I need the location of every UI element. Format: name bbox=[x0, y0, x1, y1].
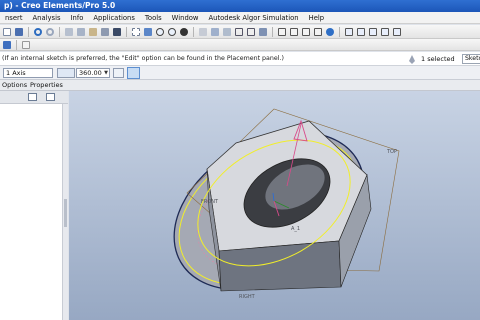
regenerate-icon[interactable] bbox=[112, 27, 122, 37]
datum-point-icon[interactable] bbox=[301, 27, 311, 37]
menu-applications[interactable]: Applications bbox=[88, 14, 140, 22]
saved-views-icon[interactable] bbox=[198, 27, 208, 37]
repaint-icon[interactable] bbox=[222, 27, 232, 37]
csys-icon[interactable] bbox=[313, 27, 323, 37]
datum-axis-icon[interactable] bbox=[289, 27, 299, 37]
menu-analysis[interactable]: Analysis bbox=[28, 14, 66, 22]
menu-info[interactable]: Info bbox=[66, 14, 89, 22]
selection-filter-icon bbox=[409, 55, 415, 64]
shading-icon[interactable] bbox=[258, 27, 268, 37]
dashboard-tabs: Options Properties bbox=[0, 80, 480, 91]
angle-option-icon[interactable] bbox=[57, 68, 75, 78]
undo-icon[interactable] bbox=[33, 27, 43, 37]
help-icon[interactable] bbox=[21, 40, 31, 50]
graphics-window[interactable]: TOP FRONT A_1 RIGHT bbox=[69, 91, 480, 320]
scrollbar-thumb[interactable] bbox=[64, 199, 67, 227]
navigator-scrollbar[interactable] bbox=[62, 104, 68, 320]
zoom-in-icon[interactable] bbox=[155, 27, 165, 37]
redo-icon[interactable] bbox=[45, 27, 55, 37]
label-left-plane: FRONT bbox=[201, 199, 219, 205]
analysis-icon[interactable] bbox=[325, 27, 335, 37]
label-bottom: RIGHT bbox=[239, 294, 256, 300]
spin-icon[interactable] bbox=[179, 27, 189, 37]
menu-algor-simulation[interactable]: Autodesk Algor Simulation bbox=[203, 14, 303, 22]
window-title: p) - Creo Elements/Pro 5.0 bbox=[0, 0, 480, 12]
selection-count: 1 selected bbox=[421, 55, 455, 63]
annotation-display-icon[interactable] bbox=[392, 27, 402, 37]
navigator-toolbar bbox=[0, 91, 68, 104]
save-icon[interactable] bbox=[14, 27, 24, 37]
cut-icon[interactable] bbox=[64, 27, 74, 37]
navigator-panel bbox=[0, 91, 68, 320]
message-area: (If an internal sketch is preferred, the… bbox=[0, 52, 480, 66]
selection-filter-dropdown[interactable]: Sketch bbox=[462, 54, 480, 64]
csys-display-icon[interactable] bbox=[380, 27, 390, 37]
angle-input[interactable]: 360.00 ▼ bbox=[76, 68, 110, 78]
hidden-line-icon[interactable] bbox=[246, 27, 256, 37]
menu-window[interactable]: Window bbox=[167, 14, 204, 22]
tree-settings-icon[interactable] bbox=[28, 93, 37, 101]
tab-properties[interactable]: Properties bbox=[30, 81, 63, 89]
wireframe-icon[interactable] bbox=[234, 27, 244, 37]
model-view: TOP FRONT A_1 RIGHT bbox=[173, 108, 400, 300]
tab-options[interactable]: Options bbox=[2, 81, 27, 89]
plane-display-icon[interactable] bbox=[344, 27, 354, 37]
remove-material-icon[interactable] bbox=[127, 67, 140, 79]
datum-plane-icon[interactable] bbox=[277, 27, 287, 37]
revolve-dashboard: 1 Axis 360.00 ▼ bbox=[0, 66, 480, 80]
orient-icon[interactable] bbox=[210, 27, 220, 37]
menu-bar: nsert Analysis Info Applications Tools W… bbox=[0, 12, 480, 24]
new-icon[interactable] bbox=[2, 27, 12, 37]
copy-icon[interactable] bbox=[76, 27, 86, 37]
menu-help[interactable]: Help bbox=[304, 14, 330, 22]
label-datum: A_1 bbox=[291, 226, 300, 232]
refit-icon[interactable] bbox=[143, 27, 153, 37]
show-icon[interactable] bbox=[46, 93, 55, 101]
chevron-down-icon: ▼ bbox=[104, 70, 108, 76]
zoom-out-icon[interactable] bbox=[167, 27, 177, 37]
model-tree-icon[interactable] bbox=[2, 40, 12, 50]
axis-reference-collector[interactable]: 1 Axis bbox=[3, 68, 53, 78]
angle-value: 360.00 bbox=[79, 69, 102, 77]
main-toolbar bbox=[0, 25, 480, 39]
menu-insert[interactable]: nsert bbox=[0, 14, 28, 22]
secondary-toolbar bbox=[0, 39, 480, 51]
menu-tools[interactable]: Tools bbox=[140, 14, 167, 22]
find-icon[interactable] bbox=[100, 27, 110, 37]
select-icon[interactable] bbox=[131, 27, 141, 37]
point-display-icon[interactable] bbox=[368, 27, 378, 37]
flip-direction-icon[interactable] bbox=[113, 68, 124, 78]
paste-icon[interactable] bbox=[88, 27, 98, 37]
axis-display-icon[interactable] bbox=[356, 27, 366, 37]
message-text: (If an internal sketch is preferred, the… bbox=[2, 55, 284, 62]
label-top: TOP bbox=[386, 149, 397, 155]
model-tree[interactable] bbox=[0, 104, 62, 320]
